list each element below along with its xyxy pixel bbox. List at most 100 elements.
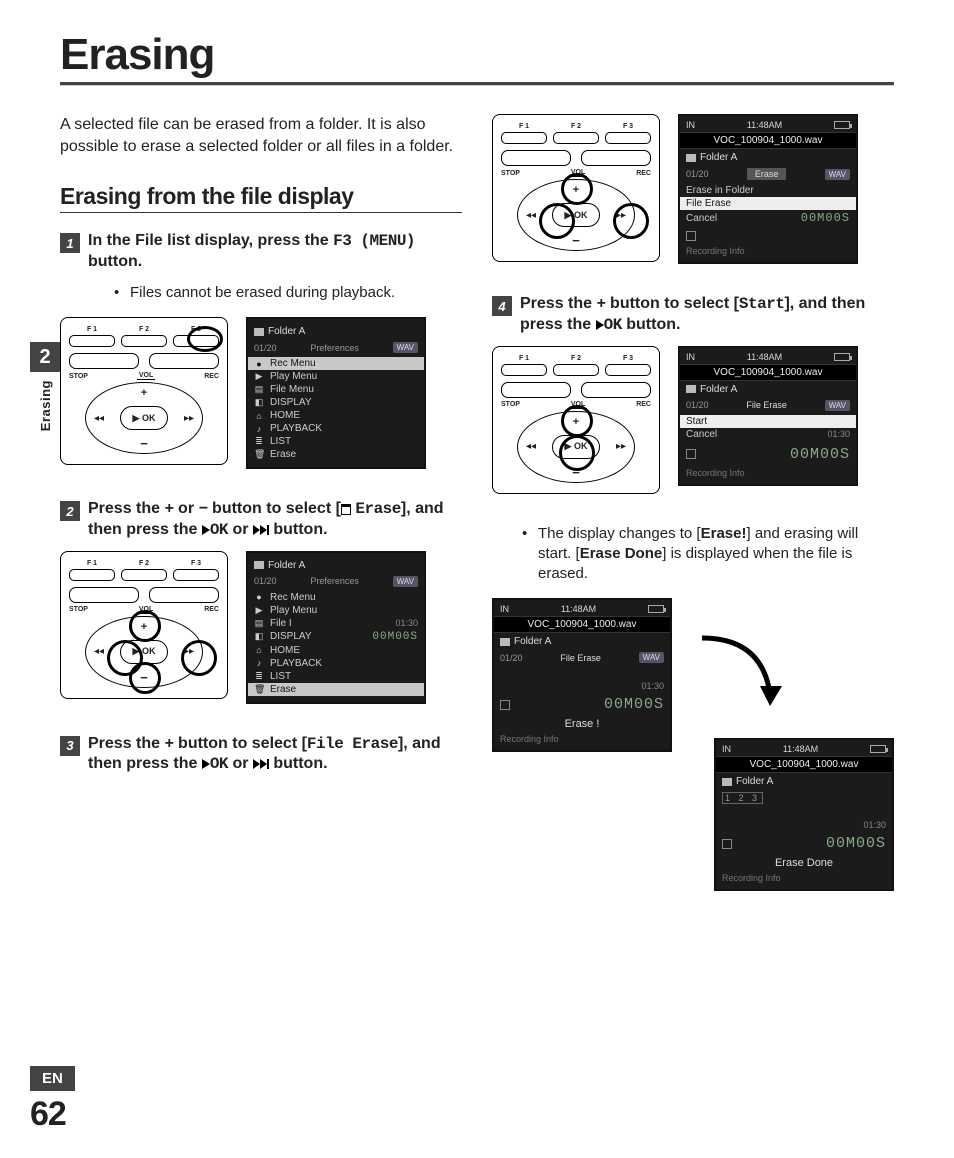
- t: 01:30: [827, 429, 850, 439]
- mi-cancel: Cancel01:30: [680, 428, 856, 441]
- fig-row-2: F 1 F 2 F 3 STOPVOLREC + − ◂◂ ▸▸ ▶ OK: [60, 551, 462, 704]
- ic: ⌂: [254, 645, 264, 655]
- step-1-bullets: •Files cannot be erased during playback.: [114, 283, 462, 303]
- mode-label: File Erase: [746, 400, 787, 410]
- mi-start: Start: [680, 415, 856, 428]
- step-2-text: Press the + or − button to select [ Eras…: [88, 499, 462, 541]
- t: 01:30: [395, 618, 418, 628]
- t: Press the: [88, 735, 164, 752]
- bullet-dot: •: [114, 283, 130, 303]
- step-4-bullets: • The display changes to [Erase!] and er…: [522, 524, 894, 585]
- rec-info: Recording Info: [716, 871, 892, 885]
- result-figures: IN11:48AM VOC_100904_1000.wav Folder A 0…: [492, 598, 894, 918]
- page-title: Erasing: [60, 30, 894, 80]
- t: +: [164, 735, 173, 753]
- stop-icon: [686, 231, 696, 241]
- ic: ▤: [254, 618, 264, 629]
- f3-button: [173, 569, 219, 581]
- f2-label: F 2: [121, 326, 167, 333]
- ffwd-icon: [253, 759, 269, 769]
- lcd-start-menu: IN11:48AM VOC_100904_1000.wav Folder A 0…: [678, 346, 858, 486]
- mode-badge: Erase: [747, 168, 787, 180]
- file-title: VOC_100904_1000.wav: [716, 756, 892, 773]
- highlight-circle: [187, 326, 223, 352]
- step-number: 3: [60, 736, 80, 756]
- vol-label: VOL: [137, 372, 155, 380]
- mi-home: HOME: [270, 410, 300, 421]
- lcd-erase-menu: IN11:48AM VOC_100904_1000.wav Folder A 0…: [678, 114, 858, 264]
- highlight-circle: [129, 662, 161, 694]
- fk: [553, 364, 599, 376]
- f1-button: [69, 335, 115, 347]
- lcd-pref: Preferences: [310, 343, 359, 353]
- t: F 3: [605, 123, 651, 130]
- wav-badge: WAV: [393, 342, 418, 353]
- step-4-text: Press the + button to select [Start], an…: [520, 294, 894, 336]
- mi-file-erase: File Erase: [680, 197, 856, 210]
- t: STOP: [501, 170, 520, 177]
- t: OK: [210, 521, 228, 539]
- mi-playback: PLAYBACK: [270, 423, 322, 434]
- play-triangle-icon: [596, 320, 604, 330]
- highlight-circle: [559, 435, 595, 471]
- lcd-menu-2: Folder A 01/20PreferencesWAV ●Rec Menu ▶…: [246, 551, 426, 704]
- page-number: 62: [30, 1095, 75, 1134]
- play-triangle-icon: [202, 525, 210, 535]
- index-boxes: 1 2 3: [722, 792, 763, 804]
- ic: 🗑: [254, 684, 264, 695]
- clock: 11:48AM: [747, 352, 782, 362]
- file-title: VOC_100904_1000.wav: [680, 364, 856, 381]
- f2-button: [121, 335, 167, 347]
- lcd-menu-1: Folder A 01/20 Preferences WAV ●Rec Menu…: [246, 317, 426, 469]
- t: Erase Done: [580, 545, 663, 562]
- t: button to select [: [606, 295, 739, 312]
- mi-file: File Menu: [270, 384, 314, 395]
- t: Erase in Folder: [686, 185, 754, 196]
- trash-icon: [341, 504, 351, 515]
- file-title: VOC_100904_1000.wav: [680, 132, 856, 149]
- long-button-left: [69, 353, 139, 369]
- t: STOP: [501, 401, 520, 408]
- rec-info: Recording Info: [680, 244, 856, 258]
- rewind-icon: ◂◂: [94, 646, 104, 657]
- mi-cancel: Cancel00M00S: [680, 210, 856, 226]
- t: Start: [686, 416, 707, 427]
- t: Folder A: [700, 384, 737, 395]
- rec-info: Recording Info: [680, 466, 856, 480]
- erase-msg: Erase !: [494, 716, 670, 732]
- s1-a: In the File list display, press the: [88, 232, 333, 249]
- fk: [501, 132, 547, 144]
- mi-list: LIST: [270, 436, 291, 447]
- in-badge: IN: [722, 744, 731, 754]
- t: REC: [636, 401, 651, 408]
- erase-icon: 🗑: [254, 449, 264, 460]
- t: Erase: [355, 500, 401, 518]
- wav-badge: WAV: [393, 576, 418, 587]
- t: OK: [210, 755, 228, 773]
- s1-b: button.: [88, 253, 142, 270]
- lcd-counter: 01/20: [254, 343, 277, 353]
- mi-rec: Rec Menu: [270, 358, 316, 369]
- ic: ♪: [254, 658, 264, 668]
- rewind-icon: ◂◂: [526, 210, 536, 221]
- t: 00M00S: [801, 211, 850, 225]
- stop-icon: [500, 700, 510, 710]
- rewind-icon: ◂◂: [94, 413, 104, 424]
- lcd-erasing: IN11:48AM VOC_100904_1000.wav Folder A 0…: [492, 598, 672, 752]
- t: or: [174, 500, 199, 517]
- step-number: 1: [60, 233, 80, 253]
- t: File Erase: [307, 735, 398, 753]
- f1-label: F 1: [69, 326, 115, 333]
- t: button.: [269, 755, 328, 772]
- chapter-label: Erasing: [38, 380, 53, 431]
- f3-label: F 3: [173, 560, 219, 567]
- t: The display changes to [: [538, 525, 701, 542]
- clock: 11:48AM: [783, 744, 818, 754]
- rewind-icon: ◂◂: [526, 441, 536, 452]
- stop-icon: [722, 839, 732, 849]
- file-title: VOC_100904_1000.wav: [494, 616, 670, 633]
- in-badge: IN: [500, 604, 509, 614]
- fk: [605, 364, 651, 376]
- clock: 11:48AM: [561, 604, 596, 614]
- fk: [553, 132, 599, 144]
